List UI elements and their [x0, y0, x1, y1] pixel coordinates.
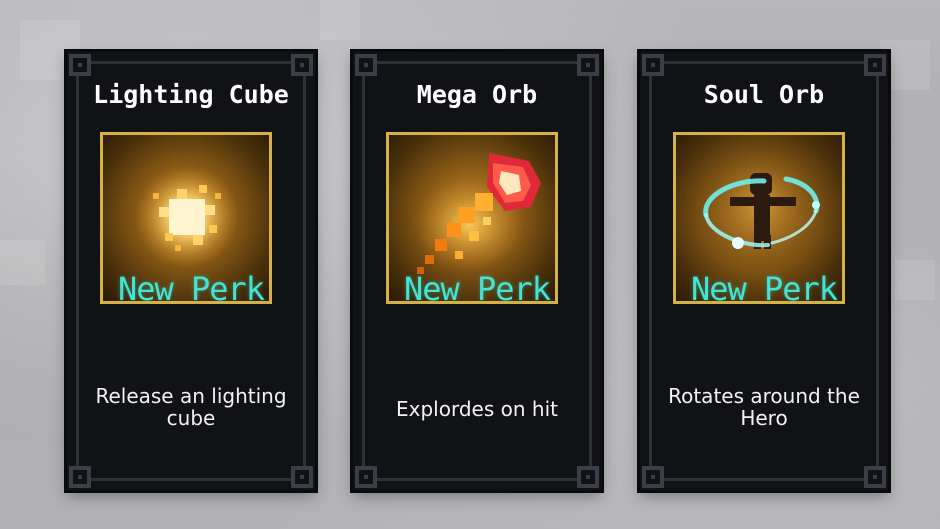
card-title: Soul Orb	[703, 80, 825, 109]
corner-ornament	[864, 466, 886, 488]
corner-ornament	[355, 466, 377, 488]
perk-card-soul-orb[interactable]: Soul Orb New Perk Rotates around the Her…	[640, 52, 888, 490]
background-block	[0, 240, 45, 285]
corner-ornament	[577, 54, 599, 76]
card-title: Mega Orb	[416, 80, 538, 109]
new-perk-badge: New Perk	[403, 270, 551, 308]
perk-card-lighting-cube[interactable]: Lighting Cube New Perk Release an lighti…	[67, 52, 315, 490]
new-perk-badge: New Perk	[117, 270, 265, 308]
new-perk-badge: New Perk	[690, 270, 838, 308]
corner-ornament	[355, 54, 377, 76]
corner-ornament	[864, 54, 886, 76]
card-description: Rotates around the Hero	[668, 384, 860, 430]
corner-ornament	[291, 466, 313, 488]
perk-card-mega-orb[interactable]: Mega Orb New Perk Explordes on hit	[353, 52, 601, 490]
corner-ornament	[69, 466, 91, 488]
background-block	[320, 0, 360, 40]
corner-ornament	[642, 54, 664, 76]
corner-ornament	[69, 54, 91, 76]
corner-ornament	[642, 466, 664, 488]
card-description: Release an lighting cube	[95, 384, 287, 430]
corner-ornament	[577, 466, 599, 488]
background-block	[895, 260, 935, 300]
card-title: Lighting Cube	[93, 80, 289, 109]
card-description: Explordes on hit	[396, 397, 558, 421]
corner-ornament	[291, 54, 313, 76]
